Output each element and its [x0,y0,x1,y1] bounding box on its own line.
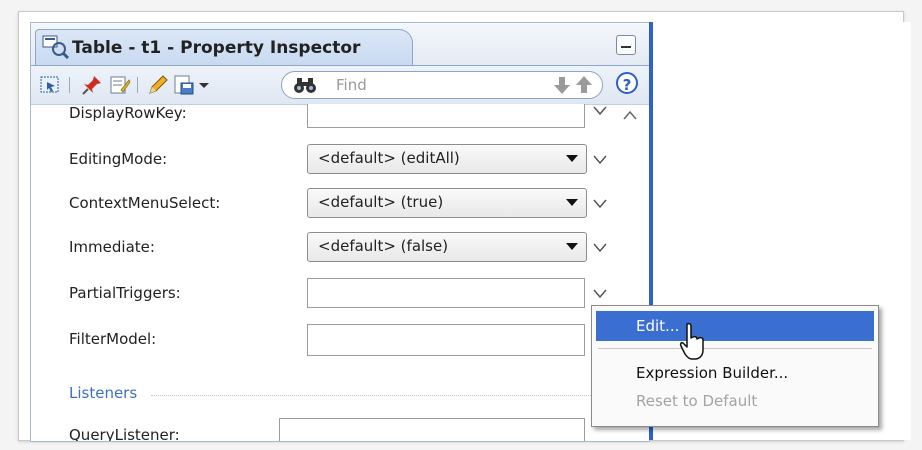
chevron-down-icon[interactable] [593,243,607,253]
menu-item-label: Reset to Default [636,392,758,410]
menu-item-label: Edit... [636,317,680,335]
property-label: Immediate: [69,238,155,256]
property-label: QueryListener: [69,426,180,441]
filtermodel-field[interactable] [307,324,585,356]
menu-item-reset-to-default: Reset to Default [596,386,874,416]
querylistener-field[interactable] [279,418,585,441]
mouse-cursor-icon [679,322,704,360]
property-label: DisplayRowKey: [69,104,187,122]
help-button[interactable]: ? [616,72,638,94]
property-row: PartialTriggers: [31,274,631,314]
property-label: FilterModel: [69,330,157,348]
property-label: ContextMenuSelect: [69,194,221,212]
chevron-down-icon[interactable] [593,155,607,165]
find-input[interactable] [334,75,498,95]
caret-down-icon [566,155,578,162]
dropdown-arrow-icon[interactable] [197,74,211,96]
property-inspector-icon [42,35,70,59]
menu-separator [598,348,872,349]
binoculars-icon [294,78,316,93]
contextmenuselect-select[interactable]: <default> (true) [307,188,587,218]
caret-down-icon [566,199,578,206]
section-label: Listeners [69,384,138,402]
displayrowkey-field[interactable] [307,104,585,128]
select-value: <default> (editAll) [318,149,460,167]
chevron-down-icon[interactable] [593,106,607,116]
section-divider [151,395,629,396]
context-menu: Edit... Expression Builder... Reset to D… [591,305,879,427]
minimize-button[interactable] [616,35,636,55]
property-list: DisplayRowKey: EditingMode: <default> (e… [31,104,649,441]
select-value: <default> (false) [318,237,449,255]
property-label: EditingMode: [69,150,168,168]
immediate-select[interactable]: <default> (false) [307,232,587,262]
listeners-section-header[interactable]: Listeners [69,383,629,403]
edit-properties-icon[interactable] [109,74,131,96]
toolbar: ? [31,65,649,105]
find-next-icon[interactable] [552,75,572,95]
menu-item-label: Expression Builder... [636,364,789,382]
pencil-icon[interactable] [147,74,169,96]
find-previous-icon[interactable] [574,75,594,95]
property-row: EditingMode: <default> (editAll) [31,140,631,180]
save-properties-icon[interactable] [173,74,195,96]
property-row: ContextMenuSelect: <default> (true) [31,184,631,224]
caret-down-icon [566,243,578,250]
editingmode-select[interactable]: <default> (editAll) [307,144,587,174]
select-value: <default> (true) [318,193,444,211]
tab-bar: Table - t1 - Property Inspector [31,23,649,66]
toolbar-separator [69,77,70,93]
property-label: PartialTriggers: [69,284,181,302]
chevron-down-icon[interactable] [593,199,607,209]
menu-item-expression-builder[interactable]: Expression Builder... [596,358,874,388]
partialtriggers-field[interactable] [307,278,585,308]
find-field[interactable] [281,71,603,99]
property-row: Immediate: <default> (false) [31,228,631,268]
chevron-down-icon[interactable] [593,289,607,299]
window-title: Table - t1 - Property Inspector [72,38,361,58]
property-inspector-panel: Table - t1 - Property Inspector Find ? D… [30,22,650,442]
menu-item-edit[interactable]: Edit... [596,311,874,341]
property-inspector-tab[interactable]: Table - t1 - Property Inspector [35,29,413,66]
toolbar-separator [137,77,138,93]
pin-icon[interactable] [81,74,103,96]
select-component-icon[interactable] [39,74,61,96]
property-row: DisplayRowKey: [31,104,631,138]
property-row: FilterModel: [31,318,631,358]
